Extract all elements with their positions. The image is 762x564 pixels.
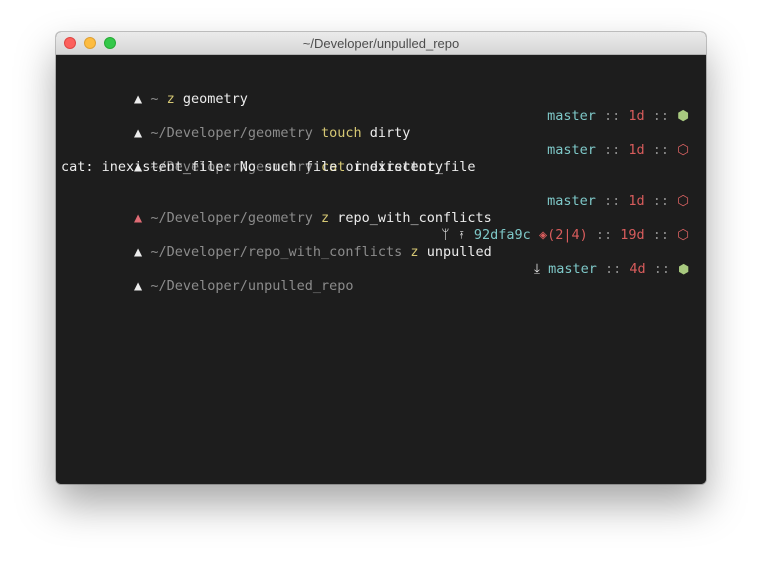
git-branch: master bbox=[548, 261, 597, 277]
prompt-path: ~/Developer/geometry bbox=[150, 210, 313, 226]
clean-hexagon-icon: ⬢ bbox=[678, 261, 689, 277]
conflict-diamond-icon: ◈ bbox=[538, 227, 548, 243]
git-status-right: master :: 1d :: ⬢ bbox=[547, 108, 689, 125]
terminal-window: ~/Developer/unpulled_repo ▲ ~ z geometry… bbox=[56, 32, 706, 484]
prompt-symbol: ▲ bbox=[134, 125, 143, 141]
git-status-right: ᛘ ⤒ 92dfa9c ◈(2|4) :: 19d :: ⬡ bbox=[441, 227, 689, 244]
prompt-symbol: ▲ bbox=[134, 244, 143, 260]
separator: :: bbox=[603, 108, 621, 124]
commit-time: 1d bbox=[628, 142, 645, 158]
title-bar[interactable]: ~/Developer/unpulled_repo bbox=[56, 32, 706, 55]
prompt-path: ~/Developer/repo_with_conflicts bbox=[150, 244, 403, 260]
prompt-args: repo_with_conflicts bbox=[337, 210, 492, 226]
prompt-line: ▲ ~ z geometry bbox=[56, 74, 706, 107]
prompt-args: unpulled bbox=[426, 244, 492, 260]
prompt-line: ▲ ~/Developer/geometry touch dirty maste… bbox=[56, 108, 706, 141]
separator: :: bbox=[652, 142, 670, 158]
error-output-text: cat: inexistent_file: No such file or di… bbox=[61, 159, 444, 175]
separator: :: bbox=[652, 227, 670, 243]
prompt-line: ▲ ~/Developer/repo_with_conflicts z unpu… bbox=[56, 227, 706, 260]
commit-time: 19d bbox=[620, 227, 645, 243]
commit-time: 1d bbox=[628, 193, 645, 209]
prompt-command: touch bbox=[321, 125, 362, 141]
dirty-hexagon-icon: ⬡ bbox=[677, 193, 689, 209]
commit-time: 4d bbox=[629, 261, 646, 277]
commit-time: 1d bbox=[628, 108, 645, 124]
separator: :: bbox=[595, 227, 613, 243]
window-title: ~/Developer/unpulled_repo bbox=[302, 36, 460, 51]
terminal-content[interactable]: ▲ ~ z geometry ▲ ~/Developer/geometry to… bbox=[56, 55, 706, 484]
prompt-command: z bbox=[321, 210, 330, 226]
prompt-path: ~/Developer/unpulled_repo bbox=[150, 278, 354, 294]
git-status-right: master :: 1d :: ⬡ bbox=[547, 142, 689, 159]
prompt-line: ▲ ~/Developer/geometry z repo_with_confl… bbox=[56, 193, 706, 226]
arrow-down-icon: ⤓ bbox=[533, 261, 540, 277]
prompt-args: geometry bbox=[182, 91, 248, 107]
prompt-path: ~ bbox=[150, 91, 159, 107]
merge-branch-icon: ᛘ bbox=[441, 227, 450, 243]
git-status-right: ⤓ master :: 4d :: ⬢ bbox=[534, 261, 689, 278]
prompt-args: dirty bbox=[369, 125, 411, 141]
dirty-hexagon-icon: ⬡ bbox=[677, 227, 689, 243]
prompt-line: ▲ ~/Developer/geometry cat inexistent_fi… bbox=[56, 142, 706, 175]
clean-hexagon-icon: ⬢ bbox=[677, 108, 689, 124]
separator: :: bbox=[652, 108, 670, 124]
separator: :: bbox=[652, 193, 670, 209]
git-branch: master bbox=[547, 108, 596, 124]
dirty-hexagon-icon: ⬡ bbox=[677, 142, 689, 158]
prompt-symbol: ▲ bbox=[134, 278, 143, 294]
conflict-count: (2|4) bbox=[547, 227, 588, 243]
command-output: cat: inexistent_file: No such file or di… bbox=[56, 159, 706, 176]
prompt-command: z bbox=[410, 244, 419, 260]
separator: :: bbox=[603, 193, 621, 209]
separator: :: bbox=[603, 142, 621, 158]
git-branch: master bbox=[547, 193, 596, 209]
arrow-up-icon: ⤒ bbox=[457, 227, 466, 243]
prompt-symbol-error: ▲ bbox=[134, 210, 143, 226]
git-branch: master bbox=[547, 142, 596, 158]
commit-hash: 92dfa9c bbox=[473, 227, 531, 243]
prompt-path: ~/Developer/geometry bbox=[150, 125, 313, 141]
git-status-right: master :: 1d :: ⬡ bbox=[547, 193, 689, 210]
prompt-line: ▲ ~/Developer/unpulled_repo ⤓ master :: … bbox=[56, 261, 706, 294]
separator: :: bbox=[604, 261, 622, 277]
prompt-command: z bbox=[166, 91, 175, 107]
prompt-symbol: ▲ bbox=[134, 91, 143, 107]
separator: :: bbox=[653, 261, 671, 277]
